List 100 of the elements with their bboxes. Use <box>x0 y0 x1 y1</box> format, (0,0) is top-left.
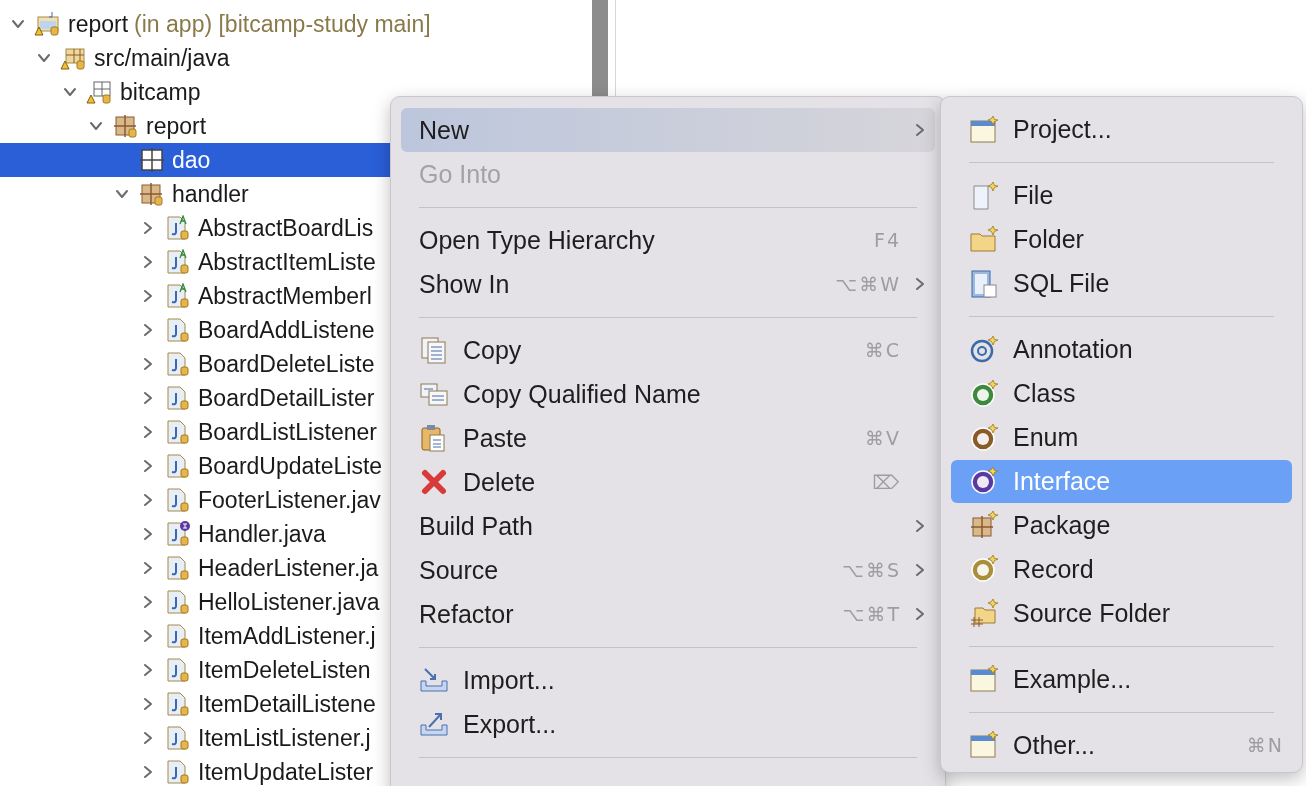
chevron-right-icon[interactable] <box>141 493 155 507</box>
menu-item[interactable]: Open Type Hierarchy F4 <box>401 218 935 262</box>
shortcut-label: F4 <box>873 229 901 251</box>
tree-item-label: report <box>68 10 129 38</box>
chevron-right-icon[interactable] <box>141 357 155 371</box>
menu-item[interactable]: Paste ⌘V <box>401 416 935 460</box>
package-icon <box>86 79 114 105</box>
menu-item[interactable]: Copy Qualified Name <box>401 372 935 416</box>
project-folder-icon <box>34 11 62 37</box>
chevron-right-icon[interactable] <box>913 563 927 577</box>
tree-item-label: AbstractItemListe <box>198 248 376 276</box>
tree-item[interactable]: report (in app) [bitcamp-study main] <box>0 7 590 41</box>
chevron-down-icon[interactable] <box>63 85 77 99</box>
copy-icon <box>419 335 449 365</box>
chevron-right-icon[interactable] <box>913 607 927 621</box>
tree-item-label: BoardDeleteListe <box>198 350 375 378</box>
menu-item[interactable]: Copy ⌘C <box>401 328 935 372</box>
tree-item-label: ItemAddListener.j <box>198 622 376 650</box>
chevron-right-icon[interactable] <box>141 391 155 405</box>
tree-item-label: BoardListListener <box>198 418 377 446</box>
menu-item[interactable]: File <box>951 173 1292 218</box>
java-file-icon <box>164 725 192 751</box>
new-window-icon <box>969 664 999 695</box>
chevron-right-icon[interactable] <box>141 289 155 303</box>
tree-item-label: ItemListListener.j <box>198 724 371 752</box>
menu-item[interactable]: Source Folder <box>951 591 1292 636</box>
tree-item-label: ItemDeleteListen <box>198 656 371 684</box>
menu-item[interactable]: Example... <box>951 657 1292 702</box>
java-file-icon <box>164 385 192 411</box>
chevron-down-icon[interactable] <box>115 187 129 201</box>
menu-item[interactable]: Class <box>951 371 1292 416</box>
shortcut-label: ⌥⌘W <box>835 273 901 295</box>
java-file-icon <box>164 691 192 717</box>
java-file-icon <box>164 759 192 785</box>
menu-item[interactable]: Show In ⌥⌘W <box>401 262 935 306</box>
java-file-icon <box>164 215 192 241</box>
tree-item-label: src/main/java <box>94 44 230 72</box>
menu-item[interactable]: Build Path <box>401 504 935 548</box>
menu-item[interactable]: Package <box>951 503 1292 548</box>
menu-item[interactable]: Other... ⌘N <box>951 723 1292 768</box>
chevron-right-icon[interactable] <box>141 255 155 269</box>
chevron-right-icon[interactable] <box>913 123 927 137</box>
chevron-right-icon[interactable] <box>141 459 155 473</box>
tree-item-label: AbstractMemberl <box>198 282 372 310</box>
new-package-icon <box>969 510 999 541</box>
chevron-right-icon[interactable] <box>141 221 155 235</box>
tree-item[interactable]: ItemUpdateLister <box>0 755 590 786</box>
menu-item[interactable]: New <box>401 108 935 152</box>
menu-item[interactable]: Source ⌥⌘S <box>401 548 935 592</box>
tree-item-label: Handler.java <box>198 520 326 548</box>
chevron-down-icon[interactable] <box>37 51 51 65</box>
package-icon <box>112 113 140 139</box>
chevron-right-icon[interactable] <box>141 663 155 677</box>
new-enum-icon <box>969 422 999 453</box>
import-icon <box>419 665 449 695</box>
menu-item[interactable]: Folder <box>951 217 1292 262</box>
menu-item[interactable]: Enum <box>951 415 1292 460</box>
source-folder-icon <box>60 45 88 71</box>
shortcut-label: ⌘C <box>864 339 901 361</box>
menu-item[interactable]: Delete ⌦ <box>401 460 935 504</box>
shortcut-label: ⌥⌘S <box>842 559 901 581</box>
java-file-icon <box>164 419 192 445</box>
menu-item[interactable]: Import... <box>401 658 935 702</box>
delete-icon <box>419 467 449 497</box>
chevron-down-icon[interactable] <box>11 17 25 31</box>
shortcut-label: ⌦ <box>872 471 901 493</box>
chevron-right-icon[interactable] <box>141 731 155 745</box>
java-file-icon <box>164 249 192 275</box>
java-file-icon <box>164 521 192 547</box>
tree-item-label: AbstractBoardLis <box>198 214 374 242</box>
chevron-right-icon[interactable] <box>141 765 155 779</box>
chevron-right-icon[interactable] <box>141 595 155 609</box>
chevron-right-icon[interactable] <box>141 561 155 575</box>
java-file-icon <box>164 351 192 377</box>
chevron-right-icon[interactable] <box>141 527 155 541</box>
chevron-right-icon[interactable] <box>913 277 927 291</box>
sql-file-icon <box>969 268 999 299</box>
shortcut-label: ⌘V <box>865 427 901 449</box>
chevron-right-icon[interactable] <box>141 425 155 439</box>
java-file-icon <box>164 487 192 513</box>
tree-item-label: report <box>146 112 207 140</box>
menu-item[interactable]: Record <box>951 547 1292 592</box>
menu-item[interactable]: Refactor ⌥⌘T <box>401 592 935 636</box>
tree-item[interactable]: src/main/java <box>0 41 590 75</box>
menu-item[interactable]: SQL File <box>951 261 1292 306</box>
chevron-right-icon[interactable] <box>913 519 927 533</box>
chevron-right-icon[interactable] <box>141 323 155 337</box>
chevron-right-icon[interactable] <box>141 697 155 711</box>
tree-item-label: HeaderListener.ja <box>198 554 379 582</box>
menu-item[interactable]: Project... <box>951 108 1292 152</box>
new-interface-icon <box>969 466 999 497</box>
chevron-down-icon[interactable] <box>89 119 103 133</box>
tree-item-label: handler <box>172 180 249 208</box>
chevron-right-icon[interactable] <box>141 629 155 643</box>
menu-item[interactable]: Annotation <box>951 327 1292 372</box>
new-annotation-icon <box>969 334 999 365</box>
tree-item-label: dao <box>172 146 211 174</box>
tree-item-label: HelloListener.java <box>198 588 380 616</box>
menu-item[interactable]: Export... <box>401 702 935 746</box>
tree-item[interactable]: bitcamp <box>0 75 590 109</box>
